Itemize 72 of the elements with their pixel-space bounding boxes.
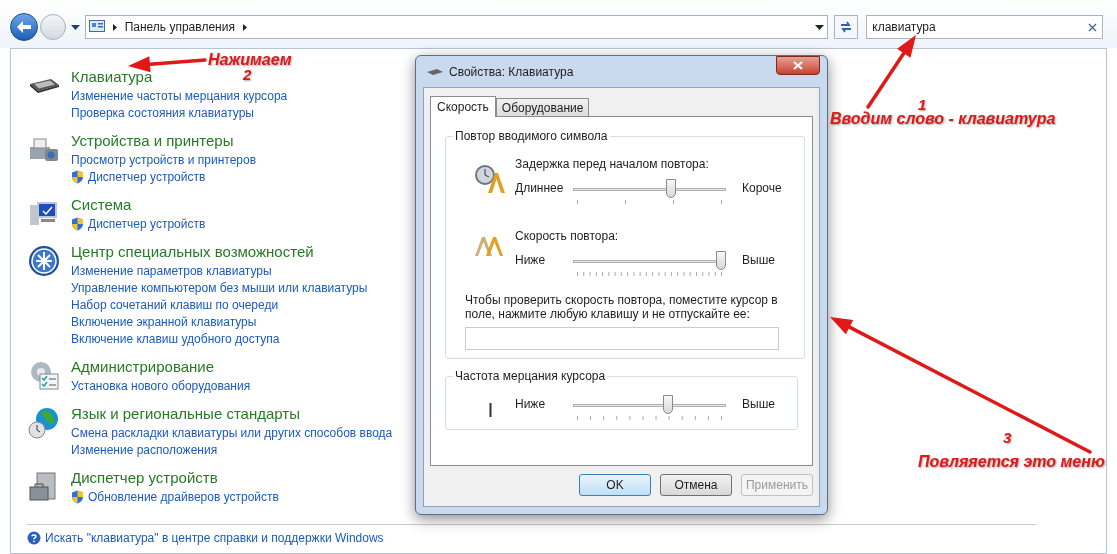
category-title[interactable]: Клавиатура — [71, 67, 153, 87]
close-button[interactable] — [776, 56, 820, 75]
slider-min-label: Ниже — [515, 252, 547, 269]
category-title[interactable]: Диспетчер устройств — [71, 468, 218, 488]
task-link[interactable]: Включение клавиш удобного доступа — [71, 329, 280, 348]
task-link[interactable]: Диспетчер устройств — [88, 167, 206, 186]
annotation-number: 3 — [1003, 428, 1012, 448]
test-input-field[interactable] — [465, 327, 779, 350]
refresh-button[interactable] — [834, 15, 859, 39]
tab[interactable]: Оборудование — [495, 98, 590, 116]
accessibility-icon — [27, 244, 61, 278]
shield-icon — [71, 216, 84, 231]
dropdown-arrow-icon[interactable] — [70, 24, 80, 30]
close-icon[interactable] — [1088, 22, 1097, 32]
tab[interactable]: Скорость — [430, 96, 496, 117]
text-cursor-icon — [488, 403, 492, 417]
hint-text: Чтобы проверить скорость повтора, поместите курсор в поле, нажмите любую клавишу и не отпускайте ее: — [465, 293, 779, 321]
refresh-icon — [839, 20, 854, 34]
help-link[interactable]: Искать "клавиатура" в центре справки и поддержки Windows — [45, 529, 384, 547]
task-link[interactable]: Изменение расположения — [71, 440, 218, 459]
slider-min-label: Длиннее — [515, 180, 565, 197]
task-link[interactable]: Изменение частоты мерцания курсора — [71, 86, 288, 105]
slider-max-label: Выше — [742, 396, 775, 413]
dialog-button[interactable]: OK — [579, 474, 651, 496]
slider-track[interactable] — [573, 395, 726, 421]
slider-max-label: Короче — [742, 180, 782, 197]
globe-icon — [27, 406, 61, 440]
task-link[interactable]: Управление компьютером без мыши или клавиатуры — [71, 278, 368, 297]
letters-icon — [474, 235, 506, 257]
close-icon — [793, 61, 803, 70]
slider-thumb[interactable] — [665, 179, 676, 198]
chevron-right-icon — [112, 23, 117, 31]
address-bar[interactable]: Панель управления — [84, 15, 829, 39]
control-panel-icon — [88, 20, 105, 34]
help-icon — [27, 531, 41, 545]
task-link[interactable]: Просмотр устройств и принтеров — [71, 150, 257, 169]
window-title: Свойства: Клавиатура — [449, 63, 574, 81]
task-link[interactable]: Смена раскладки клавиатуры или других способов ввода — [71, 423, 393, 442]
slider-track[interactable] — [573, 251, 726, 277]
slider-thumb[interactable] — [663, 395, 674, 414]
group-title: Повтор вводимого символа — [454, 128, 609, 145]
category-title[interactable]: Центр специальных возможностей — [71, 242, 314, 262]
slider-thumb[interactable] — [716, 251, 726, 270]
dialog-button[interactable]: Отмена — [660, 474, 732, 496]
search-field[interactable]: клавиатура — [866, 15, 1103, 39]
chevron-right-icon — [242, 23, 247, 31]
task-link[interactable]: Включение экранной клавиатуры — [71, 312, 257, 331]
slider-label: Задержка перед началом повтора: — [515, 156, 710, 173]
left-arrow-icon — [16, 21, 31, 33]
task-link[interactable]: Проверка состояния клавиатуры — [71, 103, 254, 122]
task-link[interactable]: Набор сочетаний клавиш по очереди — [71, 295, 279, 314]
category-title[interactable]: Язык и региональные стандарты — [71, 404, 300, 424]
stopwatch-letter-icon — [474, 163, 506, 195]
task-link[interactable]: Изменение параметров клавиатуры — [71, 261, 272, 280]
category-title[interactable]: Администрирование — [71, 357, 215, 377]
keyboard-icon — [427, 67, 443, 76]
category-title[interactable]: Устройства и принтеры — [71, 131, 234, 151]
slider-track[interactable] — [573, 179, 726, 205]
slider-min-label: Ниже — [515, 396, 547, 413]
slider-label: Скорость повтора: — [515, 228, 620, 245]
back-button[interactable] — [10, 13, 38, 41]
group-title: Частота мерцания курсора — [454, 368, 607, 385]
shield-icon — [71, 169, 84, 184]
category-title[interactable]: Система — [71, 195, 132, 215]
slider-max-label: Выше — [742, 252, 775, 269]
breadcrumb-item[interactable]: Панель управления — [124, 18, 235, 36]
task-link[interactable]: Диспетчер устройств — [88, 214, 206, 233]
dropdown-arrow-icon[interactable] — [815, 24, 825, 30]
shield-icon — [71, 489, 84, 504]
annotation-text: Повляяется это меню — [918, 452, 1105, 472]
task-link[interactable]: Установка нового оборудования — [71, 376, 251, 395]
task-link[interactable]: Обновление драйверов устройств — [88, 487, 279, 506]
